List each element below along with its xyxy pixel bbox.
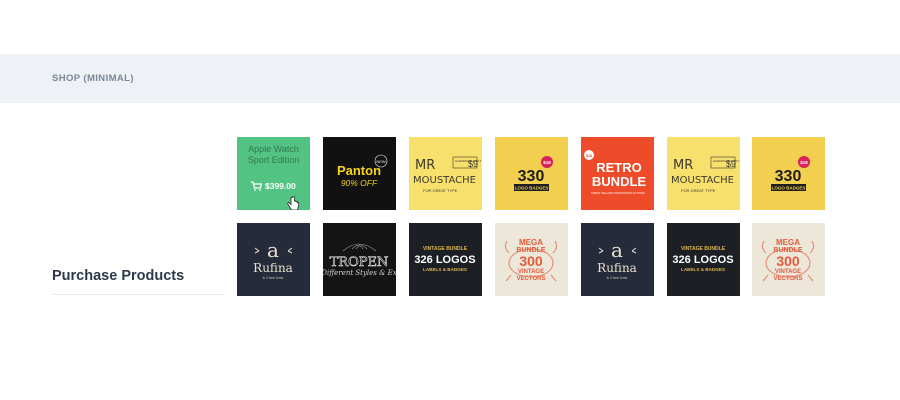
product-tile-retro-bundle[interactable]: $18 RETRO BUNDLE 5 BEST SELLING PHOTOSHO… xyxy=(581,137,654,210)
product-tile-panton[interactable]: NEW Panton 90% OFF xyxy=(323,137,396,210)
moustache-title-1: MR xyxy=(415,158,435,173)
mega-line5: VECTORS xyxy=(517,276,546,282)
retro-artwork: $18 RETRO BUNDLE 5 BEST SELLING PHOTOSHO… xyxy=(584,150,646,195)
product-tile-330-logo-badges-2[interactable]: $18 330 LOGO BADGES xyxy=(752,137,825,210)
section-label: SHOP (MINIMAL) xyxy=(52,73,134,84)
product-tile-mr-moustache[interactable]: MR MOUSTACHE FOR GREAT TYPE HANDMADE FON… xyxy=(409,137,482,210)
product-tile-mr-moustache-2[interactable]: MR MOUSTACHE FOR GREAT TYPE HANDMADE FON… xyxy=(667,137,740,210)
product-tile-rufina[interactable]: a Rufina & 4 free fonts xyxy=(237,223,310,296)
mega-line3: 300 xyxy=(776,253,800,269)
product-title: Apple Watch Sport Edition xyxy=(237,144,310,166)
title-line: Apple Watch xyxy=(248,144,299,154)
product-grid: Apple Watch Sport Edition $399.00 NEW Pa… xyxy=(237,137,825,297)
vintage-artwork: VINTAGE BUNDLE 326 LOGOS LABELS & BADGES xyxy=(672,246,733,272)
moustache-title-2: MOUSTACHE xyxy=(671,175,734,186)
vintage-line3: LABELS & BADGES xyxy=(423,267,467,272)
moustache-artwork: MR MOUSTACHE FOR GREAT TYPE HANDMADE FON… xyxy=(671,156,739,193)
product-tile-tropen[interactable]: TROPEN Different Styles & Ex xyxy=(323,223,396,296)
tropen-artwork: TROPEN Different Styles & Ex xyxy=(323,243,396,277)
product-price: $399.00 xyxy=(265,181,296,191)
tropen-subtitle: Different Styles & Ex xyxy=(323,269,396,277)
badges-label: LOGO BADGES xyxy=(772,186,806,191)
badges-number: 330 xyxy=(775,168,802,185)
mega-line1: MEGA xyxy=(519,238,543,247)
mega-line3: 300 xyxy=(519,253,543,269)
moustache-price: $9 xyxy=(726,159,736,169)
title-line: Sport Edition xyxy=(247,155,300,165)
moustache-artwork: MR MOUSTACHE FOR GREAT TYPE HANDMADE FON… xyxy=(413,156,481,193)
product-tile-apple-watch[interactable]: Apple Watch Sport Edition $399.00 xyxy=(237,137,310,210)
vintage-line1: VINTAGE BUNDLE xyxy=(681,246,726,252)
purchase-products-title: Purchase Products xyxy=(52,268,185,284)
retro-title-1: RETRO xyxy=(596,160,642,175)
moustache-title-2: MOUSTACHE xyxy=(413,175,476,186)
retro-subtitle: 5 BEST SELLING PHOTOSHOP ACTIONS xyxy=(591,191,645,195)
vintage-artwork: VINTAGE BUNDLE 326 LOGOS LABELS & BADGES xyxy=(414,246,475,272)
badges-artwork: $18 330 LOGO BADGES xyxy=(514,156,553,191)
title-underline xyxy=(52,294,224,295)
moustache-price: $9 xyxy=(468,159,478,169)
rufina-artwork: a Rufina & 4 free fonts xyxy=(253,238,293,280)
moustache-title-1: MR xyxy=(673,158,693,173)
vintage-line3: LABELS & BADGES xyxy=(681,267,725,272)
rufina-title: Rufina xyxy=(253,261,293,275)
badges-price: $18 xyxy=(800,160,808,165)
retro-title-2: BUNDLE xyxy=(592,174,646,189)
rufina-artwork: a Rufina & 4 free fonts xyxy=(597,238,637,280)
hand-cursor-icon xyxy=(287,196,300,210)
mega-line4: VINTAGE xyxy=(518,269,544,275)
panton-title: Panton xyxy=(337,163,381,178)
product-tile-mega-bundle-2[interactable]: MEGA BUNDLE 300 VINTAGE VECTORS xyxy=(752,223,825,296)
mega-line5: VECTORS xyxy=(774,276,803,282)
shopping-cart-icon xyxy=(251,181,262,191)
moustache-subtitle: FOR GREAT TYPE xyxy=(423,188,458,193)
vintage-line1: VINTAGE BUNDLE xyxy=(423,246,468,252)
mega-artwork: MEGA BUNDLE 300 VINTAGE VECTORS xyxy=(761,238,815,282)
mega-artwork: MEGA BUNDLE 300 VINTAGE VECTORS xyxy=(504,238,558,282)
moustache-subtitle: FOR GREAT TYPE xyxy=(681,188,716,193)
rufina-subtitle: & 4 free fonts xyxy=(607,276,628,280)
vintage-line2: 326 LOGOS xyxy=(672,254,733,266)
tropen-title: TROPEN xyxy=(330,255,389,270)
rufina-letter: a xyxy=(267,238,279,262)
rufina-subtitle: & 4 free fonts xyxy=(263,276,284,280)
mega-line1: MEGA xyxy=(776,238,800,247)
rufina-title: Rufina xyxy=(597,261,637,275)
product-tile-mega-bundle[interactable]: MEGA BUNDLE 300 VINTAGE VECTORS xyxy=(495,223,568,296)
product-tile-rufina-2[interactable]: a Rufina & 4 free fonts xyxy=(581,223,654,296)
badges-label: LOGO BADGES xyxy=(515,186,549,191)
vintage-line2: 326 LOGOS xyxy=(414,254,475,266)
badges-artwork: $18 330 LOGO BADGES xyxy=(771,156,810,191)
retro-price: $18 xyxy=(586,154,592,158)
product-tile-vintage-326-2[interactable]: VINTAGE BUNDLE 326 LOGOS LABELS & BADGES xyxy=(667,223,740,296)
add-to-cart-button[interactable]: $399.00 xyxy=(251,181,296,191)
panton-artwork: NEW Panton 90% OFF xyxy=(337,154,388,188)
mega-line4: VINTAGE xyxy=(775,269,801,275)
product-tile-vintage-326[interactable]: VINTAGE BUNDLE 326 LOGOS LABELS & BADGES xyxy=(409,223,482,296)
badges-number: 330 xyxy=(518,168,545,185)
product-tile-330-logo-badges[interactable]: $18 330 LOGO BADGES xyxy=(495,137,568,210)
badges-price: $18 xyxy=(543,160,551,165)
section-header-bar: SHOP (MINIMAL) xyxy=(0,54,900,103)
panton-subtitle: 90% OFF xyxy=(341,178,378,188)
rufina-letter: a xyxy=(611,238,623,262)
